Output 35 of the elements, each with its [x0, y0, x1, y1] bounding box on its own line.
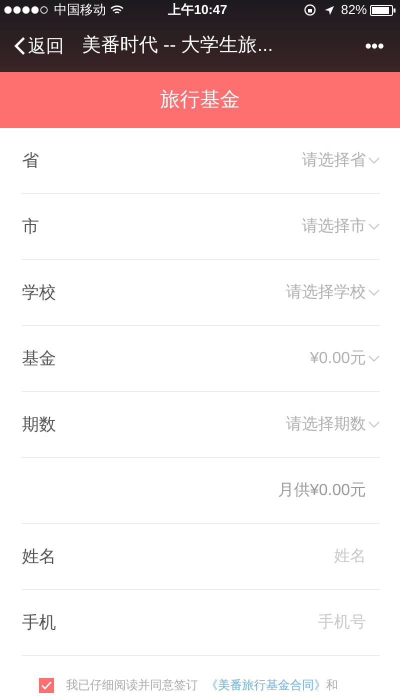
chevron-left-icon: [14, 36, 26, 56]
agreement-text: 我已仔细阅读并同意签订 《美番旅行基金合同》和: [66, 677, 338, 694]
chevron-down-icon: [368, 420, 380, 428]
chevron-down-icon: [368, 156, 380, 164]
field-label: 姓名: [22, 546, 56, 568]
location-icon: [324, 4, 335, 16]
battery-icon: [370, 4, 396, 16]
checkmark-icon: [41, 680, 52, 690]
field-label: 市: [22, 216, 39, 238]
monthly-payment-text: 月供¥0.00元: [278, 480, 366, 500]
chevron-down-icon: [368, 354, 380, 362]
select-field[interactable]: 请选择市: [302, 214, 380, 238]
rotation-lock-icon: [304, 4, 316, 16]
wifi-icon: [110, 5, 124, 15]
header-bar: 旅行基金: [0, 72, 400, 128]
select-field[interactable]: 请选择省: [302, 148, 380, 172]
field-label: 基金: [22, 348, 56, 370]
field-label: 期数: [22, 414, 56, 436]
field-label: 学校: [22, 282, 56, 304]
contract-link[interactable]: 《美番旅行基金合同》: [206, 678, 326, 692]
battery-percent-text: 82%: [340, 1, 367, 20]
signal-icon: [4, 6, 50, 14]
time-text: 上午10:47: [168, 1, 228, 20]
field-label: 手机: [22, 612, 56, 634]
page-title: 美番时代 -- 大学生旅...: [82, 34, 274, 58]
select-field[interactable]: 请选择期数: [286, 412, 380, 436]
agreement-checkbox[interactable]: [39, 678, 54, 692]
select-field[interactable]: ¥0.00元: [310, 346, 380, 370]
chevron-down-icon: [368, 288, 380, 296]
carrier-text: 中国移动: [54, 1, 106, 20]
select-field[interactable]: 请选择学校: [286, 280, 380, 304]
field-label: 省: [22, 150, 39, 172]
back-button[interactable]: 返回: [14, 32, 64, 60]
more-button[interactable]: •••: [365, 32, 384, 60]
chevron-down-icon: [368, 222, 380, 230]
